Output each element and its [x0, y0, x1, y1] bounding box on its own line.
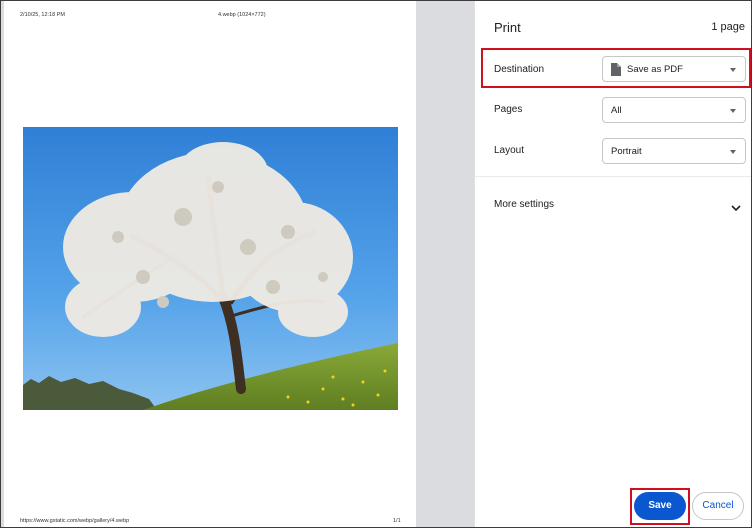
pages-label: Pages — [494, 104, 523, 115]
print-settings-panel: Print 1 page Destination Save as PDF Pag… — [474, 1, 751, 527]
chevron-down-icon — [730, 109, 736, 113]
page-footer-number: 1/1 — [393, 518, 401, 524]
preview-page: 2/10/25, 12:18 PM 4.webp (1024×772) http… — [4, 1, 416, 527]
panel-title: Print — [494, 20, 521, 35]
chevron-down-icon — [731, 199, 741, 217]
layout-label: Layout — [494, 145, 525, 156]
chevron-down-icon — [730, 150, 736, 154]
cancel-button[interactable]: Cancel — [692, 492, 744, 520]
page-count: 1 page — [711, 21, 745, 33]
more-settings-toggle[interactable]: More settings — [475, 187, 751, 221]
divider — [475, 176, 751, 177]
more-settings-label: More settings — [494, 199, 555, 210]
pages-value: All — [611, 105, 622, 116]
layout-value: Portrait — [611, 146, 642, 157]
save-highlight — [630, 488, 690, 525]
preview-image — [23, 127, 398, 410]
layout-select[interactable]: Portrait — [602, 138, 746, 164]
page-footer-url: https://www.gstatic.com/webp/gallery/4.w… — [20, 518, 130, 524]
print-dialog: 2/10/25, 12:18 PM 4.webp (1024×772) http… — [0, 0, 752, 528]
print-preview-area: 2/10/25, 12:18 PM 4.webp (1024×772) http… — [1, 1, 474, 527]
page-header-title: 4.webp (1024×772) — [218, 12, 266, 18]
destination-highlight — [481, 48, 751, 88]
page-header-date: 2/10/25, 12:18 PM — [20, 12, 65, 18]
pages-select[interactable]: All — [602, 97, 746, 123]
